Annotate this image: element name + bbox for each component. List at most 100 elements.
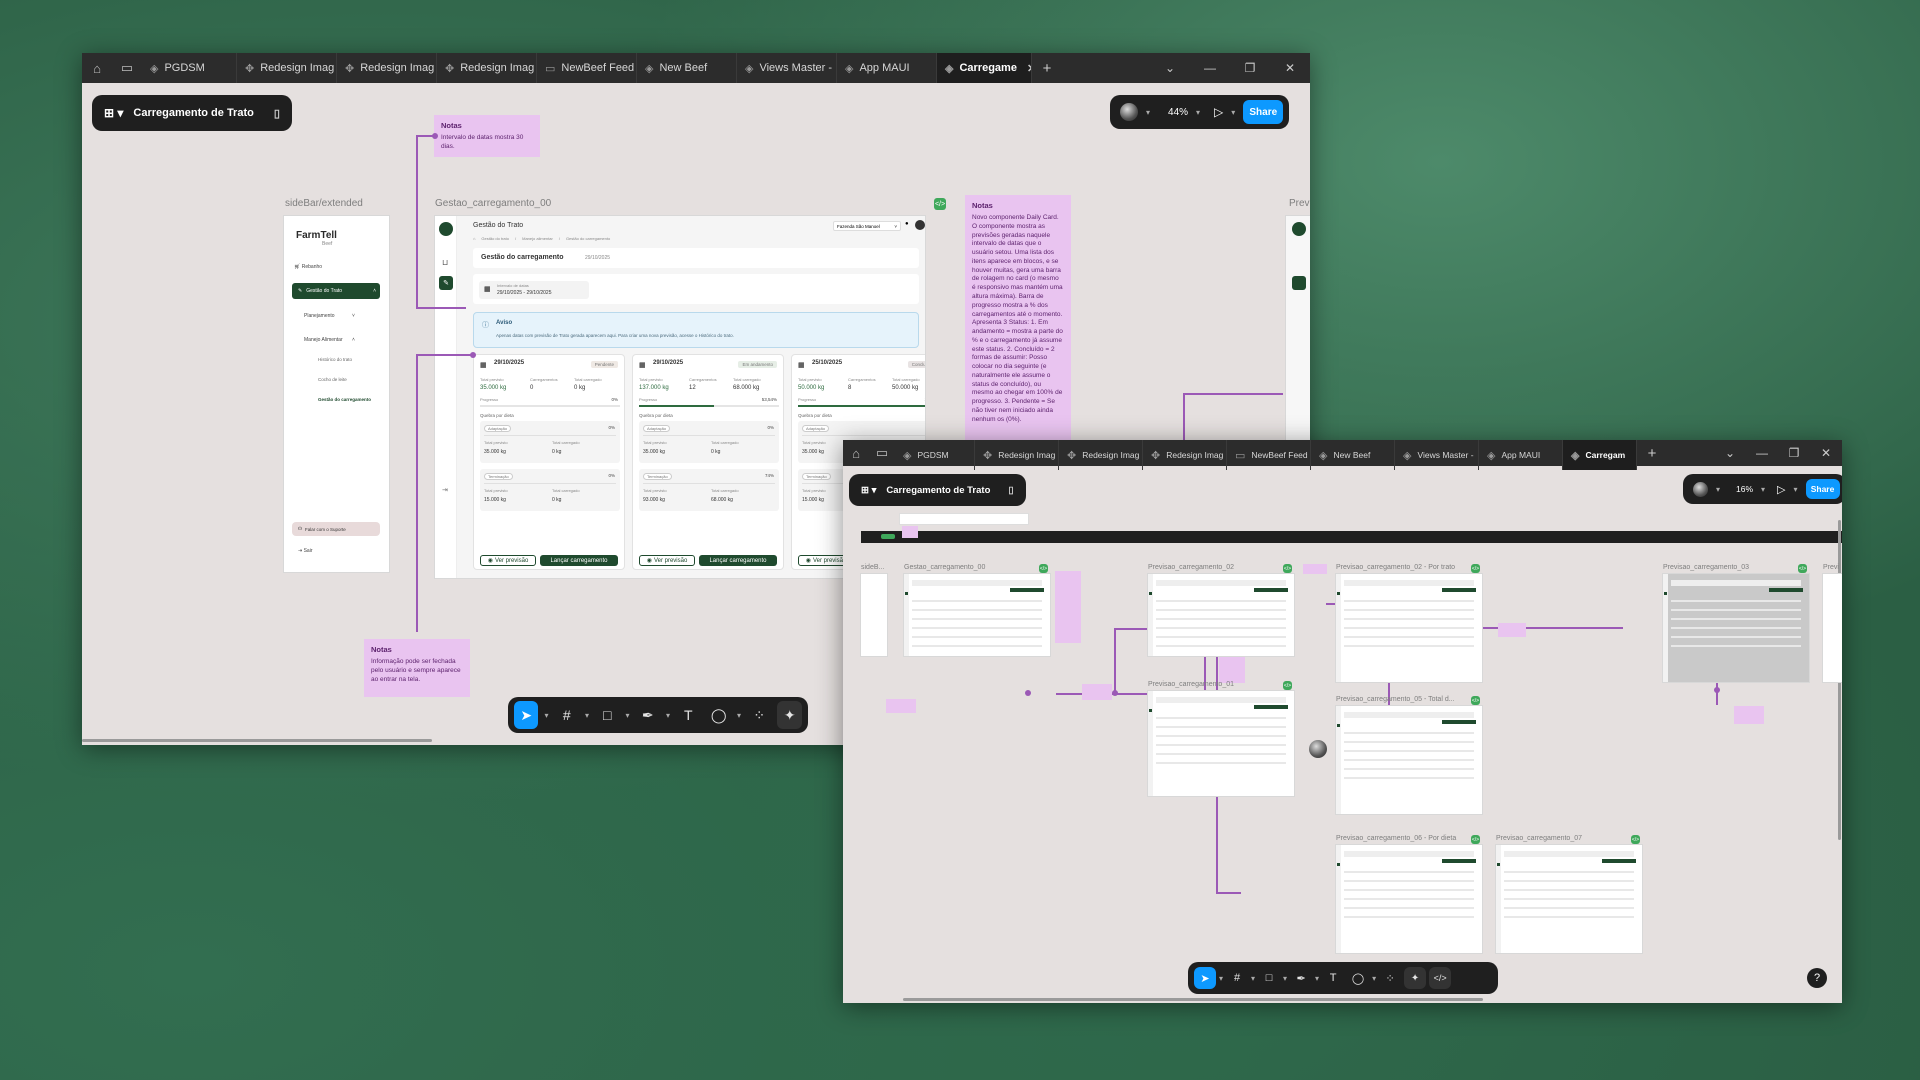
comment-tool-icon[interactable]: ◯: [706, 701, 730, 729]
home-icon[interactable]: ⌂: [82, 53, 112, 83]
zoom-level[interactable]: 44%: [1168, 107, 1188, 118]
minimize-button[interactable]: —: [1746, 446, 1778, 460]
move-tool-icon[interactable]: ➤: [514, 701, 539, 729]
screen-thumbnail[interactable]: [861, 574, 887, 656]
move-tool-icon[interactable]: ➤: [1194, 967, 1216, 989]
frame-label-sidebar[interactable]: sideBar/extended: [285, 198, 363, 209]
section-banner[interactable]: [861, 531, 1842, 543]
tab-4[interactable]: ▭ NewBeef Feed: [1227, 440, 1311, 470]
cart-icon[interactable]: ⊔: [442, 258, 448, 267]
comment-tool-icon[interactable]: ◯: [1347, 967, 1369, 989]
tab-5[interactable]: ◈ New Beef: [1311, 440, 1395, 470]
present-icon[interactable]: ▷: [1777, 483, 1785, 496]
ai-tool-icon[interactable]: ✦: [777, 701, 802, 729]
note-sticky[interactable]: [1734, 706, 1764, 724]
dev-mode-icon[interactable]: </>: [1283, 681, 1292, 690]
dev-mode-icon[interactable]: </>: [1471, 696, 1480, 705]
screen-thumbnail[interactable]: [1663, 574, 1809, 682]
home-icon[interactable]: ⌂: [843, 440, 869, 466]
sidebar-subitem[interactable]: Histórico do trato: [318, 357, 352, 362]
note-sticky[interactable]: [1303, 564, 1327, 574]
daily-card[interactable]: ▦ 29/10/2025 Pendente Total previsto 35.000 …: [473, 354, 625, 570]
screen-thumbnail[interactable]: [904, 574, 1050, 656]
screen-thumbnail[interactable]: [1496, 845, 1642, 953]
frame-label[interactable]: Gestao_carregamento_00: [904, 564, 985, 571]
connector-line[interactable]: [1216, 892, 1241, 894]
frame-label[interactable]: Previsao_carregamento_02 - Por trato: [1336, 564, 1455, 571]
screen-thumbnail[interactable]: [1336, 706, 1482, 814]
date-range-field[interactable]: ▦ Intervalo de datas 29/10/2025 - 29/10/…: [479, 281, 589, 299]
dev-mode-icon[interactable]: </>: [1631, 835, 1640, 844]
components-icon[interactable]: ⁘: [1379, 967, 1401, 989]
sidebar-item-manejo[interactable]: Manejo Alimentar ˄: [304, 337, 355, 343]
horizontal-scrollbar[interactable]: [82, 739, 432, 742]
tab-6[interactable]: ◈ Views Master -: [737, 53, 837, 83]
file-menu[interactable]: ⊞ ▾ Carregamento de Trato ▯: [849, 474, 1026, 506]
frame-label[interactable]: Previsao_carregamento_06 - Por dieta: [1336, 835, 1456, 842]
dev-mode-icon[interactable]: </>: [1471, 835, 1480, 844]
sidebar-item-planejamento[interactable]: Planejamento ˅: [304, 313, 355, 319]
launch-loading-button[interactable]: Lançar carregamento: [699, 555, 777, 566]
components-icon[interactable]: ⁘: [747, 701, 771, 729]
book-icon[interactable]: ▭: [112, 53, 142, 83]
tab-1[interactable]: ✥ Redesign Imag: [237, 53, 337, 83]
avatar[interactable]: [1120, 103, 1138, 121]
sidebar-subitem[interactable]: Cocho de leite: [318, 377, 347, 382]
expand-icon[interactable]: ⇥: [442, 486, 448, 494]
note-sticky[interactable]: Notas Informação pode ser fechada pelo u…: [364, 639, 470, 697]
note-sticky[interactable]: [1082, 684, 1112, 700]
notice-box[interactable]: ⓘ Aviso Apenas datas com previsão de Tra…: [473, 312, 919, 348]
sidebar-item-gestao-trato[interactable]: ✎ Gestão do Trato ˄: [292, 283, 380, 299]
zoom-level[interactable]: 16%: [1736, 484, 1753, 494]
new-tab-button[interactable]: +: [1032, 60, 1062, 77]
share-button[interactable]: Share: [1243, 100, 1284, 124]
daily-card[interactable]: ▦ 29/10/2025 Em andamento Total previsto 137…: [632, 354, 784, 570]
dev-mode-icon[interactable]: </>: [1798, 564, 1807, 573]
frame-label-right[interactable]: Previ: [1289, 198, 1310, 209]
horizontal-scrollbar[interactable]: [903, 998, 1483, 1001]
connector-line[interactable]: [416, 354, 474, 356]
chevron-down-icon[interactable]: ⌄: [1150, 61, 1190, 75]
view-forecast-button[interactable]: ◉ Ver previsão: [480, 555, 536, 566]
frame-label-main[interactable]: Gestao_carregamento_00: [435, 198, 551, 209]
frame-label[interactable]: sideB...: [861, 564, 884, 571]
connector-dot[interactable]: [1714, 687, 1720, 693]
new-tab-button[interactable]: +: [1637, 445, 1667, 462]
file-menu[interactable]: ⊞ ▾ Carregamento de Trato ▯: [92, 95, 292, 131]
support-button[interactable]: ☊ Falar com o Suporte: [292, 522, 380, 536]
connector-line[interactable]: [1183, 393, 1185, 443]
figma-menu-icon[interactable]: ⊞ ▾: [861, 485, 876, 496]
tab-3[interactable]: ✥ Redesign Imag: [1143, 440, 1227, 470]
restore-button[interactable]: ❐: [1230, 61, 1270, 75]
pen-tool-icon[interactable]: ✒: [636, 701, 660, 729]
rectangle-tool-icon[interactable]: □: [1258, 967, 1280, 989]
file-title[interactable]: Carregamento de Trato: [886, 485, 990, 496]
tab-7[interactable]: ◈ App MAUI: [837, 53, 937, 83]
tab-3[interactable]: ✥ Redesign Imag: [437, 53, 537, 83]
connector-line[interactable]: [416, 307, 466, 309]
note-sticky[interactable]: Notas Intervalo de datas mostra 30 dias.: [434, 115, 540, 157]
screen-thumbnail[interactable]: [1148, 574, 1294, 656]
close-window-button[interactable]: ✕: [1270, 61, 1310, 75]
tab-6[interactable]: ◈ Views Master -: [1395, 440, 1479, 470]
note-sticky[interactable]: Notas Novo componente Daily Card. O comp…: [965, 195, 1071, 445]
connector-dot[interactable]: [1025, 690, 1031, 696]
screen-thumbnail[interactable]: [1148, 691, 1294, 796]
pen-tool-icon[interactable]: ✒: [1290, 967, 1312, 989]
connector-dot[interactable]: [470, 352, 476, 358]
sidebar-frame[interactable]: FarmTell Beef 🛒︎ Rebanho ✎ Gestão do Trat…: [284, 216, 389, 572]
tab-2[interactable]: ✥ Redesign Imag: [337, 53, 437, 83]
tab-5[interactable]: ◈ New Beef: [637, 53, 737, 83]
text-tool-icon[interactable]: T: [676, 701, 700, 729]
restore-button[interactable]: ❐: [1778, 446, 1810, 460]
connector-line[interactable]: [1183, 393, 1283, 395]
minimize-button[interactable]: —: [1190, 61, 1230, 75]
frame-label[interactable]: Previ: [1823, 564, 1839, 571]
present-icon[interactable]: ▷: [1214, 105, 1223, 119]
home-icon[interactable]: ⌂: [473, 236, 475, 241]
share-button[interactable]: Share: [1805, 479, 1840, 499]
text-tool-icon[interactable]: T: [1322, 967, 1344, 989]
note-sticky[interactable]: [886, 699, 916, 713]
frame-tool-icon[interactable]: #: [555, 701, 579, 729]
launch-loading-button[interactable]: Lançar carregamento: [540, 555, 618, 566]
